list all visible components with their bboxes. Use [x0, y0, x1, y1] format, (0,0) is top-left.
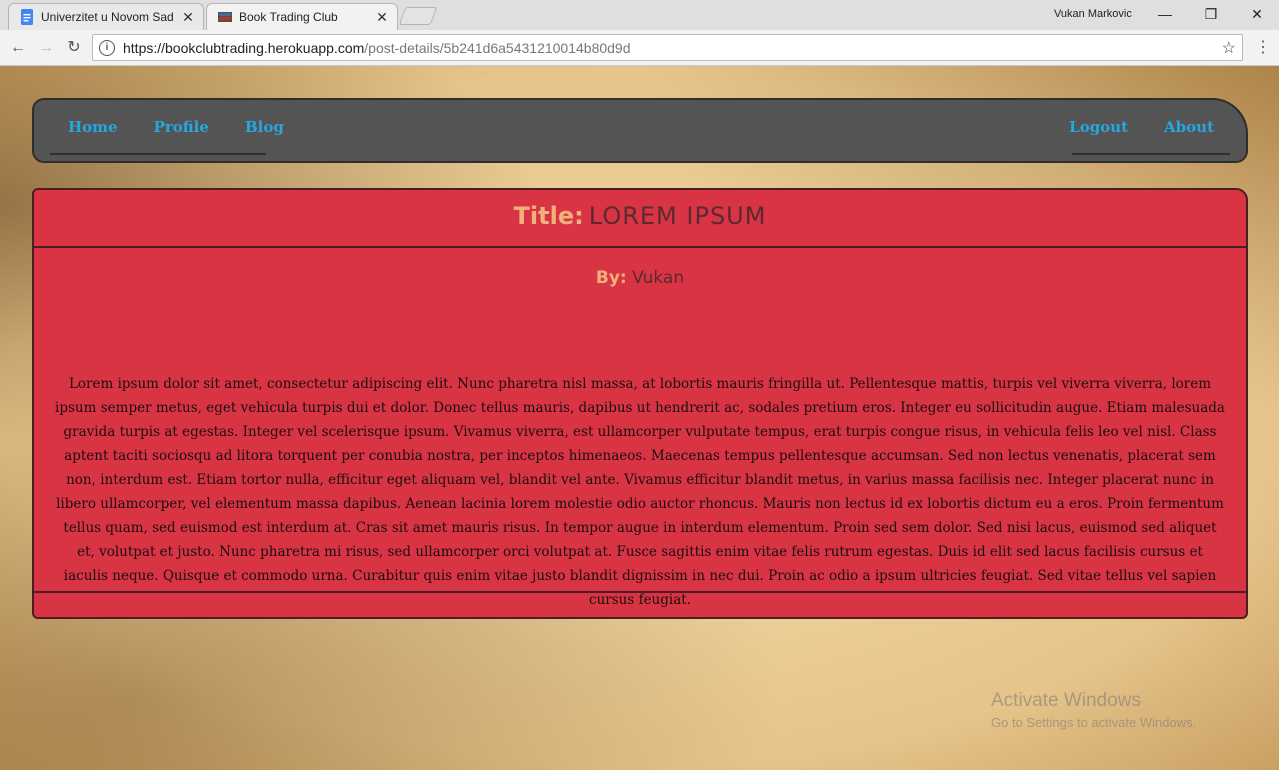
browser-toolbar: ← → ↻ i https://bookclubtrading.herokuap… — [0, 30, 1279, 66]
nav-left-group: Home Profile Blog — [50, 100, 284, 155]
windows-activation-watermark: Activate Windows Go to Settings to activ… — [991, 690, 1196, 730]
post-card: Title: LOREM IPSUM By: Vukan Lorem ipsum… — [32, 188, 1248, 619]
tab-title: Book Trading Club — [239, 10, 338, 24]
new-tab-button[interactable] — [398, 7, 438, 25]
post-byline: By: Vukan — [34, 268, 1246, 288]
nav-link-logout[interactable]: Logout — [1069, 118, 1128, 136]
nav-link-blog[interactable]: Blog — [245, 118, 284, 136]
restore-icon[interactable]: ❐ — [1200, 3, 1222, 25]
browser-titlebar: Univerzitet u Novom Sad ✕ Book Trading C… — [0, 0, 1279, 30]
url-host: https://bookclubtrading.herokuapp.com — [123, 39, 365, 56]
window-close-icon[interactable]: ✕ — [1246, 3, 1268, 25]
nav-link-home[interactable]: Home — [68, 118, 118, 136]
info-icon[interactable]: i — [99, 39, 115, 56]
docs-icon — [19, 9, 35, 25]
address-bar[interactable]: i https://bookclubtrading.herokuapp.com /… — [92, 34, 1243, 61]
back-arrow-icon[interactable]: ← — [6, 36, 30, 60]
site-navbar: Home Profile Blog Logout About — [32, 98, 1248, 163]
watermark-line1: Activate Windows — [991, 690, 1141, 711]
by-label: By: — [595, 268, 627, 288]
tab-title: Univerzitet u Novom Sad — [41, 10, 174, 24]
browser-menu-icon[interactable]: ⋮ — [1254, 36, 1272, 60]
nav-right-group: Logout About — [1069, 100, 1230, 155]
post-header: Title: LOREM IPSUM — [34, 190, 1246, 248]
minimize-icon[interactable]: — — [1154, 3, 1176, 25]
url-path: /post-details/5b241d6a5431210014b80d9d — [364, 39, 631, 56]
reload-icon[interactable]: ↻ — [62, 36, 86, 60]
nav-link-profile[interactable]: Profile — [154, 118, 209, 136]
profile-name[interactable]: Vukan Markovic — [1054, 8, 1132, 20]
post-title: LOREM IPSUM — [588, 202, 767, 230]
browser-tab-book-trading[interactable]: Book Trading Club ✕ — [206, 3, 398, 30]
post-footer-divider — [34, 591, 1246, 593]
post-body: Lorem ipsum dolor sit amet, consectetur … — [55, 376, 1225, 608]
close-tab-icon[interactable]: ✕ — [375, 9, 389, 26]
page-background: Home Profile Blog Logout About Title: LO… — [0, 66, 1279, 770]
browser-tab-university[interactable]: Univerzitet u Novom Sad ✕ — [8, 3, 204, 30]
forward-arrow-icon[interactable]: → — [34, 36, 58, 60]
close-tab-icon[interactable]: ✕ — [181, 9, 195, 26]
bookmark-star-icon[interactable]: ☆ — [1222, 38, 1236, 58]
nav-link-about[interactable]: About — [1164, 118, 1214, 136]
title-label: Title: — [513, 202, 584, 230]
watermark-line2: Go to Settings to activate Windows. — [991, 715, 1197, 730]
book-icon — [217, 9, 233, 25]
post-author: Vukan — [632, 268, 685, 288]
